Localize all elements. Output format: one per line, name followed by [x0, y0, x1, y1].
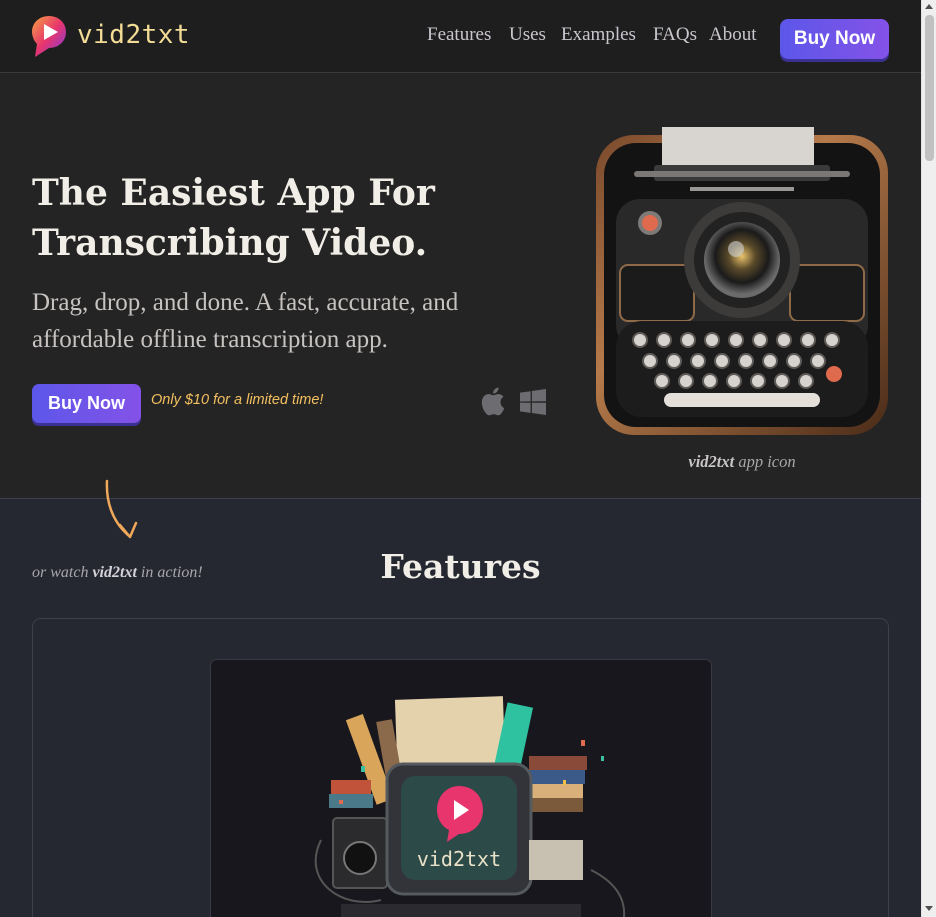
hero-title-line-2: Transcribing Video. — [32, 222, 428, 264]
hero-title: The Easiest App For Transcribing Video. — [32, 168, 502, 268]
video-brand-text: vid2txt — [417, 847, 501, 871]
app-icon-caption-brand: vid2txt — [688, 452, 735, 471]
nav-features[interactable]: Features — [427, 24, 491, 46]
app-icon-caption: vid2txt app icon — [594, 452, 890, 472]
features-heading: Features — [380, 547, 541, 586]
features-section: or watch vid2txt in action! Features vid… — [0, 479, 921, 917]
site-header: vid2txt Features Uses Examples FAQs Abou… — [0, 0, 921, 73]
scroll-down-arrow-icon[interactable] — [925, 906, 933, 911]
hero-section: The Easiest App For Transcribing Video. … — [0, 74, 921, 499]
brand-name[interactable]: vid2txt — [77, 20, 190, 50]
typewriter-app-icon — [596, 127, 888, 435]
nav-faqs[interactable]: FAQs — [653, 24, 697, 46]
logo-icon[interactable] — [31, 14, 67, 59]
apple-icon — [481, 387, 505, 416]
scrollbar-thumb[interactable] — [925, 15, 934, 161]
hero-subtitle-line-2: affordable offline transcription app. — [32, 326, 388, 353]
nav-examples[interactable]: Examples — [561, 24, 636, 46]
demo-video-player[interactable]: vid2txt — [210, 659, 712, 917]
page-scrollbar[interactable] — [921, 0, 936, 917]
nav-about[interactable]: About — [709, 24, 757, 46]
page: vid2txt Features Uses Examples FAQs Abou… — [0, 0, 921, 917]
scroll-up-arrow-icon[interactable] — [925, 4, 933, 9]
hero-subtitle-line-1: Drag, drop, and done. A fast, accurate, … — [32, 289, 459, 316]
hero-title-line-1: The Easiest App For — [32, 172, 435, 214]
features-card: vid2txt — [32, 618, 889, 917]
windows-icon — [520, 389, 546, 415]
promo-text: Only $10 for a limited time! — [151, 392, 324, 408]
hero-subtitle: Drag, drop, and done. A fast, accurate, … — [32, 284, 522, 358]
app-icon-caption-text: app icon — [734, 452, 796, 471]
nav-uses[interactable]: Uses — [509, 24, 546, 46]
hero-buy-button[interactable]: Buy Now — [32, 384, 141, 423]
header-buy-button[interactable]: Buy Now — [780, 19, 889, 59]
demo-video-thumbnail: vid2txt — [211, 660, 711, 917]
